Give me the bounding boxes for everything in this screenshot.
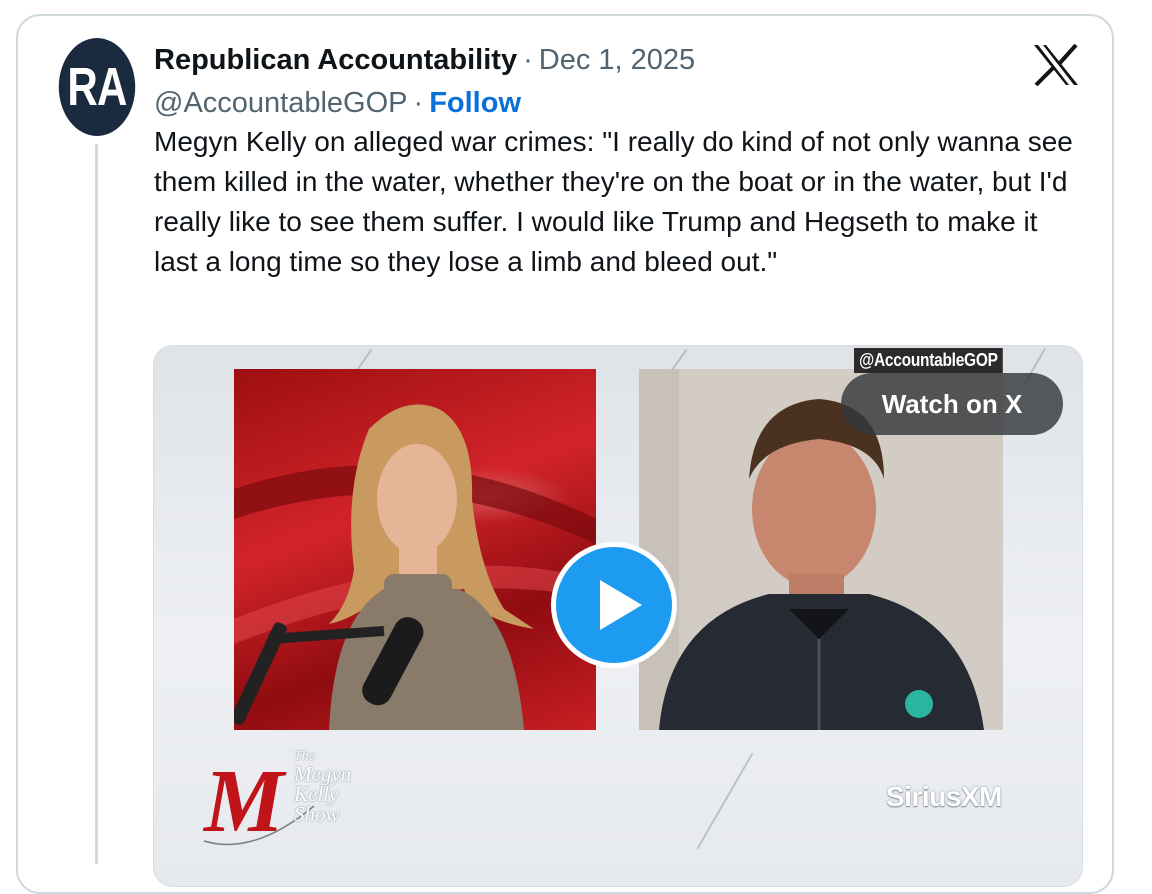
show-title: The Megyn Kelly Show (294, 750, 374, 826)
show-title-line: Megyn (294, 762, 352, 786)
video-player[interactable]: @AccountableGOP Watch on X M The Megyn K… (153, 345, 1083, 887)
handle-row: @AccountableGOP · Follow (154, 83, 521, 123)
tweet-text: Megyn Kelly on alleged war crimes: "I re… (154, 126, 1073, 277)
separator: · (523, 43, 533, 76)
decorative-line (696, 752, 754, 850)
watermark: @AccountableGOP (854, 348, 1003, 373)
show-logo-letter: M (202, 752, 287, 851)
watch-on-x-button[interactable]: Watch on X (841, 373, 1063, 435)
tweet-date[interactable]: Dec 1, 2025 (539, 44, 695, 77)
host-video-panel (234, 369, 596, 730)
network-logo: SiriusXM (886, 781, 1002, 812)
author-display-name[interactable]: Republican Accountability (154, 44, 517, 77)
play-icon (600, 580, 642, 630)
avatar[interactable]: RA (58, 38, 136, 136)
author-handle[interactable]: @AccountableGOP (154, 87, 408, 120)
separator: · (413, 86, 424, 119)
host-figure (234, 404, 596, 730)
author-row: Republican Accountability · Dec 1, 2025 (154, 40, 695, 80)
show-title-line: Show (294, 802, 340, 826)
play-button[interactable] (551, 542, 677, 668)
thread-line (95, 144, 98, 864)
x-logo-icon[interactable] (1032, 44, 1080, 86)
follow-button[interactable]: Follow (429, 87, 521, 120)
show-title-line: Kelly (294, 782, 339, 806)
